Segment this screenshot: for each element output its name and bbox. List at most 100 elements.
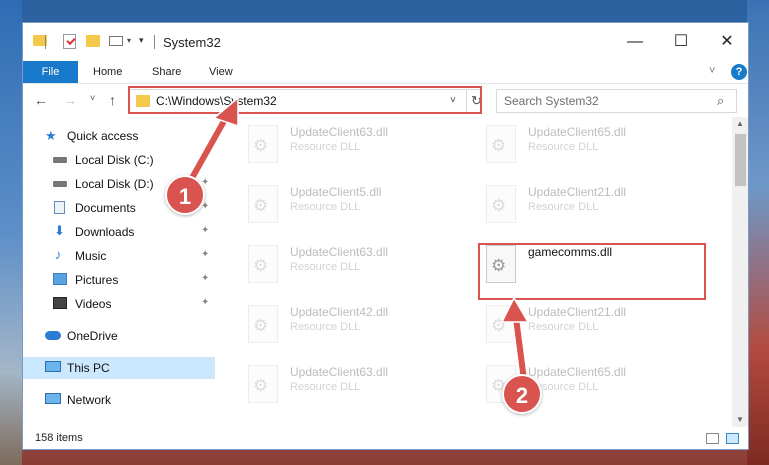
sidebar-item-label: Local Disk (D:) <box>75 177 154 191</box>
search-input[interactable]: Search System32 ⌕ <box>496 89 737 113</box>
close-button[interactable]: ✕ <box>704 23 748 61</box>
file-type: Resource DLL <box>528 141 599 153</box>
properties-check-icon[interactable] <box>63 34 76 49</box>
pin-icon[interactable]: ✦ <box>201 249 209 260</box>
file-highlight <box>478 243 706 300</box>
title-bar: ▾ ▾ System32 — ☐ ✕ <box>23 23 748 61</box>
forward-button[interactable]: → <box>63 92 77 108</box>
sidebar-item-local-disk-c[interactable]: Local Disk (C:) ✦ <box>23 149 215 171</box>
videos-icon <box>53 297 67 309</box>
tab-share[interactable]: Share <box>152 61 181 83</box>
sidebar-item-label: This PC <box>67 361 110 375</box>
desktop-background-right <box>747 0 769 465</box>
file-type: Resource DLL <box>290 381 361 393</box>
file-item[interactable]: UpdateClient63.dll Resource DLL <box>216 119 416 169</box>
file-type: Resource DLL <box>290 321 361 333</box>
dll-file-icon <box>248 245 278 283</box>
navigation-pane: ★ Quick access Local Disk (C:) ✦ Local D… <box>23 117 215 427</box>
dll-file-icon <box>248 125 278 163</box>
file-name: UpdateClient5.dll <box>290 185 382 199</box>
search-placeholder: Search System32 <box>504 94 599 108</box>
dll-file-icon <box>486 125 516 163</box>
address-bar-highlight <box>128 86 482 114</box>
vertical-scrollbar[interactable]: ▲ ▼ <box>732 117 748 427</box>
sidebar-item-this-pc[interactable]: This PC <box>23 357 215 379</box>
recent-locations-button[interactable]: ˅ <box>90 93 95 103</box>
maximize-button[interactable]: ☐ <box>658 23 704 61</box>
file-name: UpdateClient42.dll <box>290 305 389 319</box>
pin-icon[interactable]: ✦ <box>201 273 209 284</box>
new-folder-icon[interactable] <box>86 35 100 47</box>
pin-icon[interactable]: ✦ <box>201 225 209 236</box>
file-item[interactable]: UpdateClient63.dll Resource DLL <box>216 359 416 409</box>
file-item[interactable]: UpdateClient21.dll Resource DLL <box>454 299 654 349</box>
cloud-icon <box>45 331 61 340</box>
sidebar-item-pictures[interactable]: Pictures ✦ <box>23 269 215 291</box>
sidebar-item-onedrive[interactable]: OneDrive <box>23 325 215 347</box>
pin-icon[interactable]: ✦ <box>201 297 209 308</box>
tab-home[interactable]: Home <box>93 61 122 83</box>
title-separator <box>154 35 155 49</box>
dll-file-icon <box>248 305 278 343</box>
large-icons-view-icon[interactable] <box>726 433 739 444</box>
file-name: UpdateClient21.dll <box>528 305 627 319</box>
scroll-thumb[interactable] <box>735 134 746 186</box>
sidebar-item-label: Local Disk (C:) <box>75 153 154 167</box>
sidebar-item-label: Quick access <box>67 129 139 143</box>
toolbar-separator <box>45 35 46 49</box>
scroll-up-icon[interactable]: ▲ <box>736 119 744 128</box>
file-type: Resource DLL <box>290 201 361 213</box>
item-count: 158 items <box>35 432 83 444</box>
file-name: UpdateClient65.dll <box>528 125 627 139</box>
file-item[interactable]: UpdateClient42.dll Resource DLL <box>216 299 416 349</box>
scroll-down-icon[interactable]: ▼ <box>736 415 744 424</box>
sidebar-item-label: Music <box>75 249 107 263</box>
file-type: Resource DLL <box>290 261 361 273</box>
file-name: UpdateClient63.dll <box>290 245 389 259</box>
file-type: Resource DLL <box>528 201 599 213</box>
status-bar: 158 items <box>23 427 748 449</box>
file-item[interactable]: UpdateClient21.dll Resource DLL <box>454 179 654 229</box>
sidebar-item-downloads[interactable]: ⬇ Downloads ✦ <box>23 221 215 243</box>
details-view-icon[interactable] <box>706 433 719 444</box>
sidebar-item-label: Videos <box>75 297 112 311</box>
drive-icon <box>53 181 67 187</box>
sidebar-item-videos[interactable]: Videos ✦ <box>23 293 215 315</box>
window-title: System32 <box>163 35 221 50</box>
sidebar-item-network[interactable]: Network <box>23 389 215 411</box>
file-item[interactable]: UpdateClient65.dll Resource DLL <box>454 119 654 169</box>
sidebar-item-quick-access[interactable]: ★ Quick access <box>23 125 215 147</box>
sidebar-item-music[interactable]: ♪ Music ✦ <box>23 245 215 267</box>
downloads-icon: ⬇ <box>54 223 65 238</box>
dll-file-icon <box>248 365 278 403</box>
back-button[interactable]: ← <box>34 92 48 108</box>
step-2-badge: 2 <box>502 374 542 414</box>
file-item[interactable]: UpdateClient5.dll Resource DLL <box>216 179 416 229</box>
file-type: Resource DLL <box>290 141 361 153</box>
step-1-badge: 1 <box>165 175 205 215</box>
customize-quick-access-icon[interactable]: ▾ <box>139 35 144 46</box>
minimize-button[interactable]: — <box>612 23 658 61</box>
search-icon[interactable]: ⌕ <box>717 93 724 109</box>
file-name: UpdateClient21.dll <box>528 185 627 199</box>
file-type: Resource DLL <box>528 321 599 333</box>
pin-icon[interactable]: ✦ <box>201 153 209 164</box>
expand-ribbon-icon[interactable]: ˅ <box>709 65 715 77</box>
desktop-background-left <box>0 0 22 465</box>
sidebar-item-label: Network <box>67 393 112 407</box>
ribbon-tabs: File Home Share View ˅ ? <box>23 61 748 83</box>
file-item[interactable]: UpdateClient63.dll Resource DLL <box>216 239 416 289</box>
pictures-icon <box>53 273 67 285</box>
caret-down-icon[interactable]: ▾ <box>127 36 131 45</box>
tab-view[interactable]: View <box>209 61 233 83</box>
up-button[interactable]: ↑ <box>109 92 116 108</box>
file-name: UpdateClient65.dll <box>528 365 627 379</box>
music-icon: ♪ <box>55 247 62 262</box>
dll-file-icon <box>248 185 278 223</box>
help-button[interactable]: ? <box>731 64 747 80</box>
file-name: UpdateClient63.dll <box>290 125 389 139</box>
tab-file[interactable]: File <box>23 61 78 83</box>
documents-icon <box>54 201 65 214</box>
file-item[interactable]: UpdateClient65.dll Resource DLL <box>454 359 654 409</box>
properties-icon[interactable] <box>109 36 123 46</box>
